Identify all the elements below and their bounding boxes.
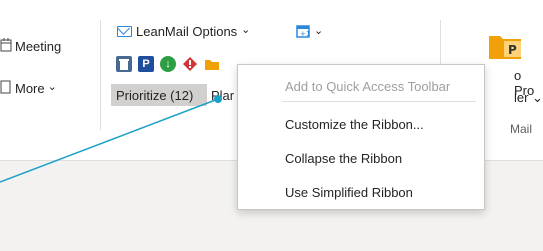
chevron-down-icon: ⌄ [314,25,324,37]
mail-group-label: Mail [510,122,533,136]
p-icon[interactable]: P [138,56,154,72]
leanmail-options-label: LeanMail Options [136,24,238,39]
plan-button[interactable]: Plar [211,84,234,106]
prioritize-label: Prioritize (12) [116,87,194,103]
menu-item-add-to-quick-access: Add to Quick Access Toolbar [238,71,484,101]
menu-item-simplified-ribbon[interactable]: Use Simplified Ribbon [238,177,484,207]
calendar-plus-icon: +1 [296,24,310,41]
diamond-icon[interactable] [182,56,198,72]
pro-label-2[interactable]: ler ⌄ [514,90,543,106]
menu-item-label: Add to Quick Access Toolbar [285,78,451,94]
more-label: More [15,81,45,96]
meeting-icon [0,38,12,55]
meeting-label: Meeting [15,39,62,54]
svg-text:+1: +1 [300,30,310,38]
prioritize-button[interactable]: Prioritize (12) [111,84,207,106]
context-menu: Add to Quick Access Toolbar Customize th… [237,64,485,210]
menu-item-label: Customize the Ribbon... [285,116,424,132]
more-icon [0,80,12,97]
plan-label: Plar [211,87,235,103]
menu-item-label: Collapse the Ribbon [285,150,403,166]
chevron-down-icon: ⌄ [47,81,57,93]
svg-text:P: P [508,43,517,57]
menu-item-customize-ribbon[interactable]: Customize the Ribbon... [238,109,484,139]
chevron-down-icon: ⌄ [241,24,251,36]
leanmail-options-button[interactable]: LeanMail Options ⌄ [117,24,250,39]
group-separator [100,20,101,130]
more-button[interactable]: More ⌄ [0,80,57,97]
folder-icon[interactable] [204,56,220,72]
delete-icon[interactable] [116,56,132,72]
meeting-button[interactable]: Meeting [0,38,61,55]
down-arrow-icon[interactable]: ↓ [160,56,176,72]
menu-separator [282,101,476,102]
envelope-icon [117,26,132,37]
calendar-dropdown-button[interactable]: +1 ⌄ [296,24,323,41]
leanmail-icon-row: P ↓ [116,56,220,72]
pro-folder-icon[interactable]: P [488,30,522,60]
menu-item-label: Use Simplified Ribbon [285,184,413,200]
menu-item-collapse-ribbon[interactable]: Collapse the Ribbon [238,143,484,173]
